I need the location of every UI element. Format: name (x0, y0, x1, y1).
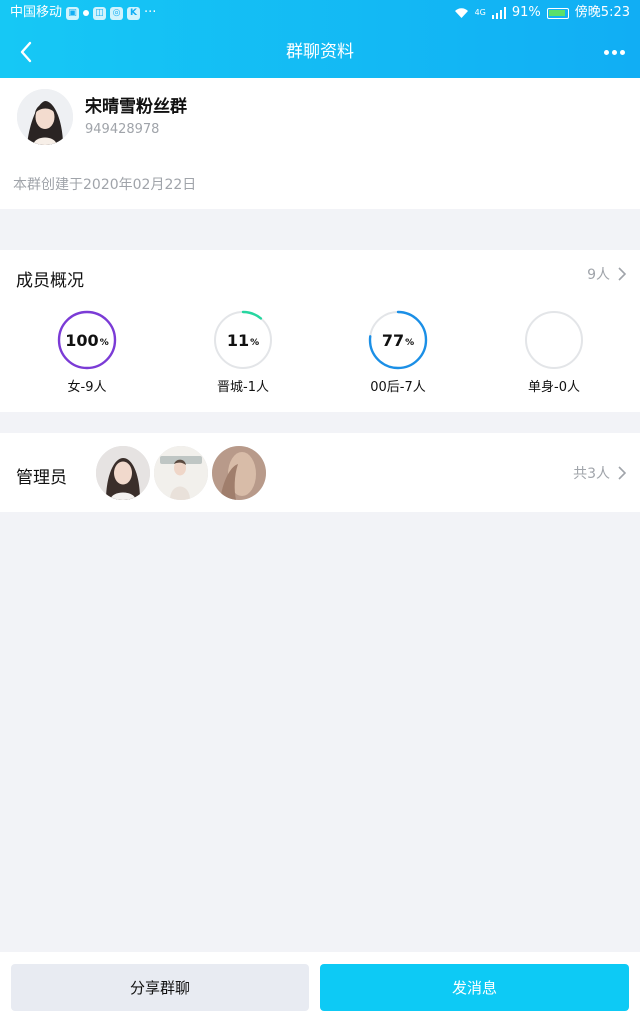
stat-label: 女-9人 (67, 380, 107, 395)
more-dot-icon (619, 49, 625, 55)
battery-icon (546, 7, 569, 19)
app-header: 中国移动 ▣ ◫ ◎ K ··· 4G 91% 傍晚5:23 群聊资料 (0, 0, 640, 78)
stat-number: 100 (65, 330, 99, 350)
more-options-button[interactable] (598, 34, 630, 70)
stat-label: 晋城-1人 (217, 380, 269, 395)
network-type-label: 4G (474, 8, 486, 17)
stat-label: 00后-7人 (370, 380, 426, 395)
stat-age[interactable]: 77 % 00后-7人 (338, 310, 458, 395)
nav-bar: 群聊资料 (0, 26, 640, 78)
clock: 傍晚5:23 (574, 5, 630, 20)
notification-app-icon-3: ◎ (110, 6, 124, 20)
more-dot-icon (611, 49, 617, 55)
status-right: 4G 91% 傍晚5:23 (454, 0, 630, 26)
notification-app-icon-k: K (127, 6, 141, 20)
admin-avatar[interactable] (95, 445, 151, 501)
share-group-button[interactable]: 分享群聊 (11, 964, 309, 1011)
notification-dot-icon (83, 10, 90, 16)
admins-section-title: 管理员 (16, 468, 67, 488)
group-avatar[interactable] (17, 89, 73, 145)
admin-avatar-image (154, 446, 208, 500)
stat-value: 77 % (338, 310, 458, 370)
admin-avatar-image (96, 446, 150, 500)
send-message-button[interactable]: 发消息 (320, 964, 629, 1011)
admin-avatar[interactable] (211, 445, 267, 501)
members-count-link[interactable]: 9人 (587, 264, 626, 284)
members-overview-card[interactable]: 成员概况 9人 100 % 女-9人 11 % 晋城-1人 77 % 00后-7… (0, 250, 640, 412)
group-created-date: 本群创建于2020年02月22日 (13, 177, 197, 193)
admins-count-link[interactable]: 共3人 (573, 463, 626, 483)
members-count: 9人 (587, 267, 610, 283)
stat-unit: % (250, 337, 260, 348)
members-section-title: 成员概况 (16, 271, 84, 291)
stat-single[interactable]: 单身-0人 (494, 310, 614, 395)
stat-unit: % (99, 337, 109, 348)
stat-gender[interactable]: 100 % 女-9人 (27, 310, 147, 395)
wifi-icon (454, 8, 468, 18)
stat-value: 100 % (27, 310, 147, 370)
admins-card[interactable]: 管理员 共3人 (0, 433, 640, 512)
stat-number: 77 (381, 330, 405, 350)
admin-avatar-list (95, 445, 269, 501)
more-dot-icon (603, 49, 609, 55)
stat-value (494, 310, 614, 370)
stat-number: 11 (226, 330, 250, 350)
stat-label: 单身-0人 (528, 380, 580, 395)
group-id: 949428978 (85, 122, 160, 137)
group-avatar-image (17, 89, 73, 145)
group-info-card[interactable]: 宋晴雪粉丝群 949428978 本群创建于2020年02月22日 (0, 78, 640, 209)
bottom-action-bar: 分享群聊 发消息 (0, 952, 640, 1024)
page-title: 群聊资料 (286, 42, 354, 62)
status-left: 中国移动 ▣ ◫ ◎ K ··· (10, 0, 156, 26)
notification-app-icon-2: ◫ (93, 6, 107, 20)
stat-unit: % (405, 337, 415, 348)
chevron-right-icon (618, 267, 626, 281)
stat-region[interactable]: 11 % 晋城-1人 (183, 310, 303, 395)
notification-app-icon: ▣ (66, 6, 80, 20)
battery-percent: 91% (511, 5, 541, 20)
chevron-right-icon (618, 466, 626, 480)
admin-avatar[interactable] (153, 445, 209, 501)
admins-count: 共3人 (573, 466, 610, 482)
signal-icon (491, 7, 506, 19)
admin-avatar-image (212, 446, 266, 500)
stat-value: 11 % (183, 310, 303, 370)
status-bar: 中国移动 ▣ ◫ ◎ K ··· 4G 91% 傍晚5:23 (0, 0, 640, 26)
carrier-label: 中国移动 (10, 5, 63, 20)
group-name: 宋晴雪粉丝群 (85, 97, 187, 117)
more-notifications-icon: ··· (144, 5, 157, 20)
